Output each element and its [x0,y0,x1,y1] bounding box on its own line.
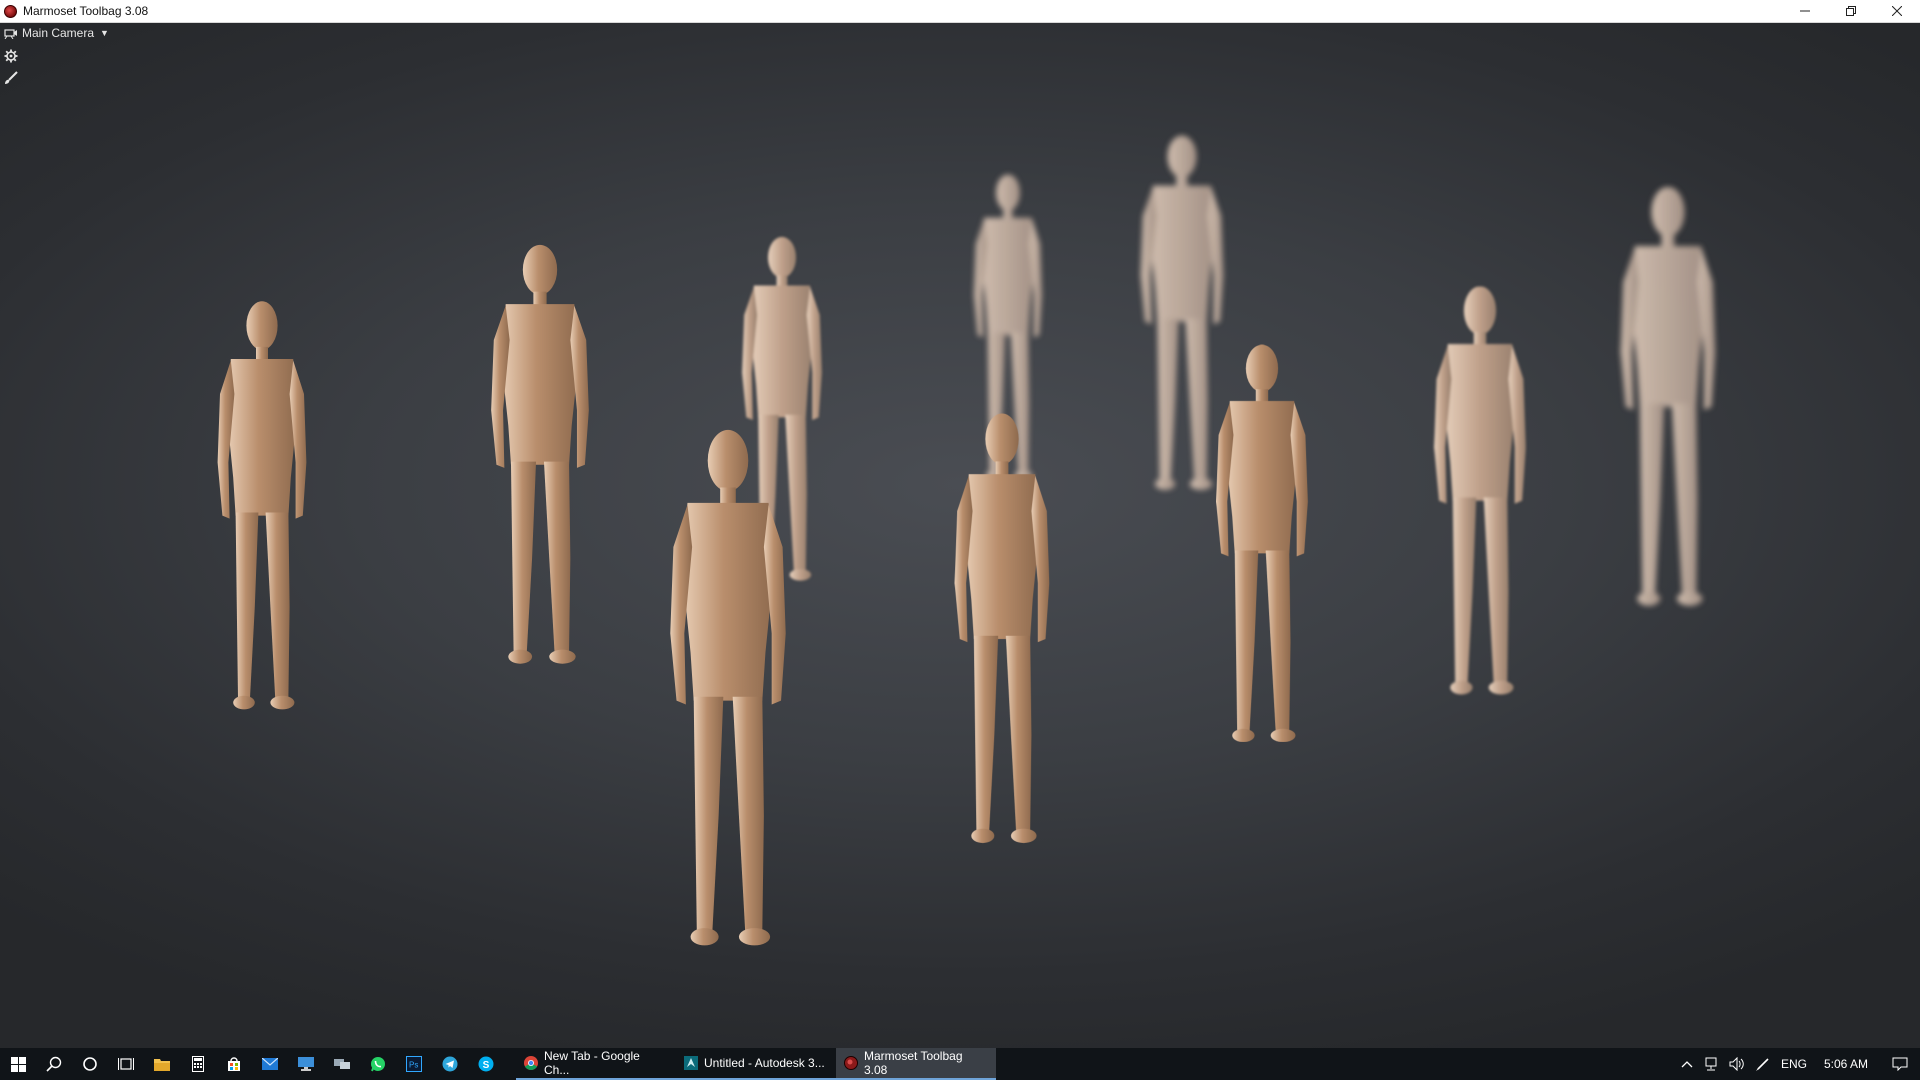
network-icon [1705,1057,1717,1071]
notification-icon [1892,1057,1908,1071]
3d-viewport[interactable]: Main Camera ▼ [0,23,1920,1048]
task-view-button[interactable] [108,1048,144,1080]
language-indicator[interactable]: ENG [1776,1048,1812,1080]
taskbar-item-label: New Tab - Google Ch... [544,1049,640,1077]
clock[interactable]: 5:06 AM [1812,1048,1880,1080]
paint-brush-icon[interactable] [4,71,18,85]
svg-text:S: S [483,1060,490,1071]
window-title: Marmoset Toolbag 3.08 [23,4,149,18]
taskbar-item-autodesk[interactable]: Untitled - Autodesk 3... [676,1048,836,1080]
close-icon [1892,6,1902,16]
remote-desktop-button[interactable] [288,1048,324,1080]
store-icon [228,1057,240,1071]
task-view-icon [118,1058,134,1070]
remote-desktop-icon [298,1057,314,1071]
chrome-icon [524,1056,538,1070]
minimize-icon [1800,10,1810,12]
pen-workspace-button[interactable] [1750,1048,1776,1080]
marmoset-icon [4,4,17,18]
whatsapp-button[interactable] [360,1048,396,1080]
restore-button[interactable] [1828,0,1874,22]
action-center-button[interactable] [1880,1048,1920,1080]
file-explorer-icon [154,1059,170,1071]
network-button[interactable] [1698,1048,1724,1080]
figure-woman-right [1216,344,1308,743]
telegram-button[interactable] [432,1048,468,1080]
figure-woman-center [954,413,1050,843]
marmoset-icon [844,1056,858,1070]
system-tray: ENG 5:06 AM [1676,1048,1920,1080]
scene-render [217,135,1716,946]
taskbar-item-chrome[interactable]: New Tab - Google Ch... [516,1048,676,1080]
svg-text:Ps: Ps [409,1061,418,1070]
window-controls [1782,0,1920,22]
cortana-icon [83,1057,97,1071]
camera-label: Main Camera [22,26,95,40]
windows-start-icon [10,1056,26,1072]
taskbar-item-label: Untitled - Autodesk 3... [704,1056,825,1070]
gear-icon[interactable] [4,49,18,63]
windows-taskbar: Ps S New Tab - Google Ch... Untitled - A… [0,1048,1920,1080]
figure-man-back-left [491,244,589,664]
store-button[interactable] [216,1048,252,1080]
skype-icon: S [478,1056,494,1072]
network-tool-icon [334,1059,350,1069]
pen-icon [1755,1058,1769,1071]
chevron-up-icon [1681,1061,1693,1068]
figure-far-man-walking [1140,135,1224,490]
search-button[interactable] [36,1048,72,1080]
autodesk-3dsmax-icon [684,1056,698,1070]
show-hidden-icons-button[interactable] [1676,1048,1698,1080]
chevron-down-icon: ▼ [100,28,109,38]
calculator-icon [192,1056,204,1072]
photoshop-icon: Ps [406,1056,422,1072]
volume-button[interactable] [1724,1048,1750,1080]
search-icon [46,1056,62,1072]
camera-icon [4,29,17,39]
volume-icon [1729,1057,1744,1071]
close-button[interactable] [1874,0,1920,22]
start-button[interactable] [0,1048,36,1080]
network-tool-button[interactable] [324,1048,360,1080]
figure-woman-phone [217,301,307,710]
cortana-button[interactable] [72,1048,108,1080]
taskbar-item-label: Marmoset Toolbag 3.08 [864,1049,963,1077]
whatsapp-icon [371,1057,385,1072]
title-bar: Marmoset Toolbag 3.08 [0,0,1920,23]
restore-icon [1846,6,1856,16]
calculator-button[interactable] [180,1048,216,1080]
camera-selector[interactable]: Main Camera ▼ [4,26,109,40]
telegram-icon [442,1056,458,1072]
minimize-button[interactable] [1782,0,1828,22]
mail-icon [262,1058,278,1070]
figure-far-right-man [1620,186,1716,606]
photoshop-button[interactable]: Ps [396,1048,432,1080]
figure-man-right [1434,286,1526,695]
skype-button[interactable]: S [468,1048,504,1080]
figure-man-front [670,429,786,946]
mail-button[interactable] [252,1048,288,1080]
taskbar-item-marmoset[interactable]: Marmoset Toolbag 3.08 [836,1048,996,1080]
file-explorer-button[interactable] [144,1048,180,1080]
